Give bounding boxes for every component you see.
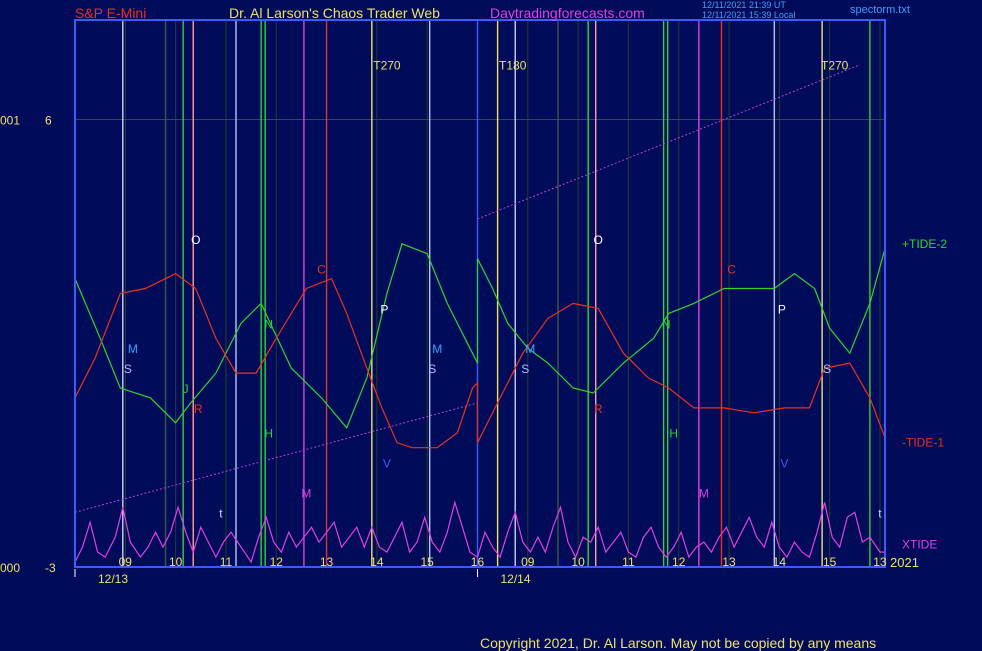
event-marker: S — [124, 362, 132, 376]
event-marker: M — [301, 486, 311, 500]
event-marker: R — [594, 402, 603, 416]
x-tick-label: 10 — [571, 555, 585, 569]
x-tick-label: 13 — [873, 555, 887, 569]
series-label: +TIDE-2 — [902, 237, 947, 251]
event-marker: O — [191, 233, 200, 247]
event-marker: H — [264, 427, 273, 441]
stamp-local: 12/11/2021 15:39 Local — [702, 10, 796, 20]
event-marker: T180 — [499, 59, 527, 73]
year-label: 2021 — [890, 555, 919, 570]
event-marker: V — [780, 457, 788, 471]
event-marker: T270 — [821, 59, 849, 73]
event-marker: V — [383, 457, 391, 471]
x-tick-label: 16 — [471, 555, 485, 569]
symbol-label: S&P E-Mini — [75, 5, 147, 21]
x-tick-label: 13 — [722, 555, 736, 569]
event-marker: M — [432, 342, 442, 356]
event-marker: H — [669, 427, 678, 441]
x-tick-label: 13 — [320, 555, 334, 569]
event-marker: M — [128, 342, 138, 356]
site-link[interactable]: Daytradingforecasts.com — [490, 5, 645, 21]
stamp-ut: 12/11/2021 21:39 UT — [702, 0, 786, 10]
x-tick-label: 12 — [270, 555, 284, 569]
x-tick-label: 12 — [672, 555, 686, 569]
chaos-tide-chart: T270 T180 T270O OC CP PN NM M MS S S SJR RH HV VM Mt t+T… — [0, 0, 982, 650]
event-marker: O — [594, 233, 603, 247]
x-tick-label: 14 — [370, 555, 384, 569]
y-axis-prefix: 001 — [0, 113, 20, 127]
x-tick-label: 09 — [521, 555, 535, 569]
event-marker: S — [428, 362, 436, 376]
x-tick-label: 11 — [622, 555, 635, 569]
copyright-notice: Copyright 2021, Dr. Al Larson. May not b… — [480, 635, 877, 651]
event-marker: P — [778, 302, 786, 316]
x-tick-label: 14 — [773, 555, 787, 569]
event-marker: T270 — [373, 59, 401, 73]
x-tick-label: 15 — [823, 555, 837, 569]
event-marker: M — [699, 486, 709, 500]
event-marker: S — [823, 362, 831, 376]
x-tick-label: 09 — [119, 555, 133, 569]
file-name: spectorm.txt — [850, 4, 910, 16]
series-label: XTIDE — [902, 538, 937, 552]
y-tick-label: -3 — [45, 561, 56, 575]
date-label: 12/13 — [98, 572, 128, 586]
background — [0, 0, 982, 650]
y-axis-prefix: 000 — [0, 561, 20, 575]
event-marker: C — [727, 263, 736, 277]
x-tick-label: 10 — [169, 555, 183, 569]
event-marker: R — [194, 402, 203, 416]
event-marker: C — [317, 263, 326, 277]
event-marker: N — [264, 317, 273, 331]
x-tick-label: 15 — [420, 555, 434, 569]
event-marker: P — [380, 302, 388, 316]
event-marker: J — [183, 382, 189, 396]
x-tick-label: 11 — [220, 555, 233, 569]
event-marker: M — [525, 342, 535, 356]
y-tick-label: 6 — [45, 113, 52, 127]
event-marker: S — [521, 362, 529, 376]
series-label: -TIDE-1 — [902, 436, 944, 450]
chart-title: Dr. Al Larson's Chaos Trader Web — [229, 5, 440, 21]
event-marker: N — [662, 317, 671, 331]
date-label: 12/14 — [500, 572, 530, 586]
